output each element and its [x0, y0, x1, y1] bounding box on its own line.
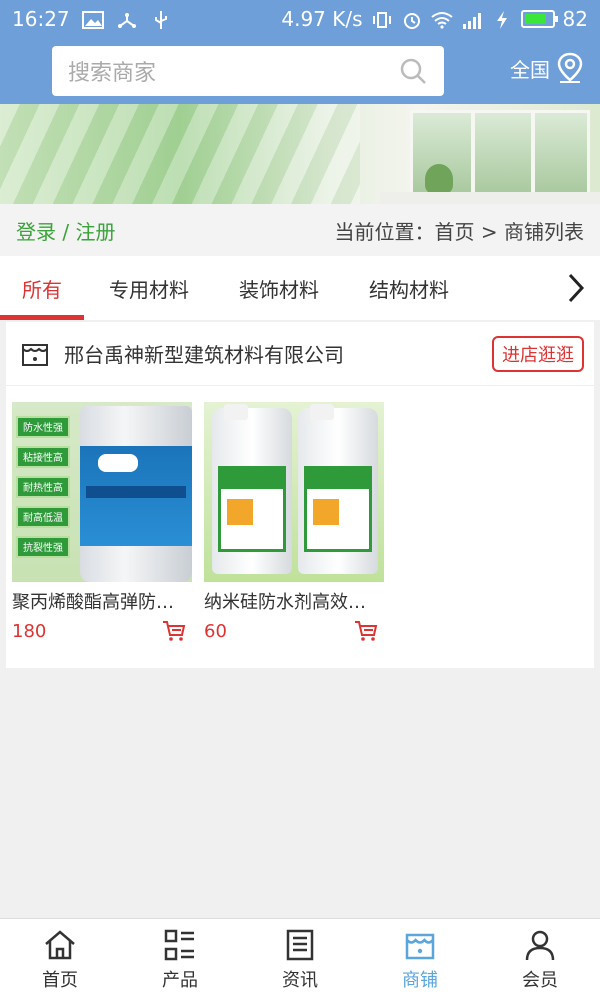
- network-speed: 4.97 K/s: [281, 7, 363, 31]
- login-register-link[interactable]: 登录 / 注册: [16, 216, 115, 245]
- search-input[interactable]: 搜索商家: [68, 55, 398, 87]
- banner-image: [0, 104, 600, 204]
- tabs-next-button[interactable]: [552, 256, 600, 320]
- charging-icon: [491, 10, 513, 29]
- home-icon: [45, 929, 75, 959]
- share-icon: [116, 10, 138, 28]
- cart-icon[interactable]: [162, 620, 186, 642]
- product-item[interactable]: 防水性强 粘接性高 耐热性高 耐高低温 抗裂性强 聚丙烯酸酯高弹防… 180: [12, 402, 192, 642]
- tab-all[interactable]: 所有: [0, 256, 84, 320]
- nav-stores[interactable]: 商铺: [360, 919, 480, 1000]
- product-list: 防水性强 粘接性高 耐热性高 耐高低温 抗裂性强 聚丙烯酸酯高弹防… 180 纳…: [6, 386, 594, 642]
- user-icon: [525, 930, 555, 960]
- info-row: 登录 / 注册 当前位置：首页 > 商铺列表: [0, 204, 600, 256]
- product-price: 180: [12, 620, 47, 642]
- image-label-tag: 抗裂性强: [16, 536, 70, 558]
- chevron-right-icon: [568, 273, 585, 303]
- product-name[interactable]: 聚丙烯酸酯高弹防…: [12, 588, 192, 614]
- wifi-icon: [430, 10, 453, 29]
- grid-list-icon: [164, 929, 194, 960]
- tab-decorative-materials[interactable]: 装饰材料: [214, 256, 344, 320]
- tab-special-materials[interactable]: 专用材料: [84, 256, 214, 320]
- image-label-tag: 防水性强: [16, 416, 70, 438]
- nav-label: 商铺: [402, 969, 438, 991]
- alarm-icon: [401, 10, 423, 29]
- product-image[interactable]: 防水性强 粘接性高 耐热性高 耐高低温 抗裂性强: [12, 402, 192, 582]
- nav-home[interactable]: 首页: [0, 919, 120, 1000]
- location-pin-icon: [557, 52, 583, 83]
- search-box[interactable]: 搜索商家: [52, 46, 444, 96]
- nav-products[interactable]: 产品: [120, 919, 240, 1000]
- vibrate-icon: [371, 10, 393, 28]
- store-icon: [405, 933, 435, 959]
- product-price: 60: [204, 620, 227, 642]
- store-name[interactable]: 邢台禹神新型建筑材料有限公司: [64, 339, 492, 368]
- news-icon: [286, 929, 314, 960]
- bottom-nav: 首页 产品 资讯 商铺 会员: [0, 918, 600, 1000]
- status-bar: 16:27 4.97 K/s 82: [0, 0, 600, 38]
- store-header: 邢台禹神新型建筑材料有限公司 进店逛逛: [6, 322, 594, 386]
- battery-icon: [520, 10, 558, 28]
- status-time: 16:27: [12, 7, 70, 31]
- breadcrumb: 当前位置：首页 > 商铺列表: [334, 219, 584, 244]
- battery-level: 82: [562, 7, 588, 31]
- region-label: 全国: [510, 57, 550, 82]
- store-icon: [22, 343, 48, 366]
- nav-label: 会员: [522, 969, 558, 991]
- nav-member[interactable]: 会员: [480, 919, 600, 1000]
- product-image[interactable]: [204, 402, 384, 582]
- search-icon[interactable]: [398, 56, 428, 86]
- store-card: 邢台禹神新型建筑材料有限公司 进店逛逛 防水性强 粘接性高 耐热性高 耐高低温 …: [6, 322, 594, 668]
- product-name[interactable]: 纳米硅防水剂高效…: [204, 588, 384, 614]
- visit-store-button[interactable]: 进店逛逛: [492, 335, 584, 372]
- image-label-tag: 耐热性高: [16, 476, 70, 498]
- region-selector[interactable]: 全国: [510, 52, 584, 84]
- nav-label: 产品: [162, 969, 198, 991]
- header: 搜索商家 全国: [0, 38, 600, 104]
- image-icon: [81, 10, 104, 29]
- tab-structural-materials[interactable]: 结构材料: [344, 256, 474, 320]
- nav-label: 资讯: [282, 969, 318, 991]
- nav-news[interactable]: 资讯: [240, 919, 360, 1000]
- usb-icon: [150, 10, 172, 29]
- image-label-tag: 耐高低温: [16, 506, 70, 528]
- image-label-tag: 粘接性高: [16, 446, 70, 468]
- signal-icon: [461, 10, 483, 29]
- cart-icon[interactable]: [354, 620, 378, 642]
- category-tabs: 所有 专用材料 装饰材料 结构材料: [0, 256, 600, 320]
- product-item[interactable]: 纳米硅防水剂高效… 60: [204, 402, 384, 642]
- nav-label: 首页: [42, 969, 78, 991]
